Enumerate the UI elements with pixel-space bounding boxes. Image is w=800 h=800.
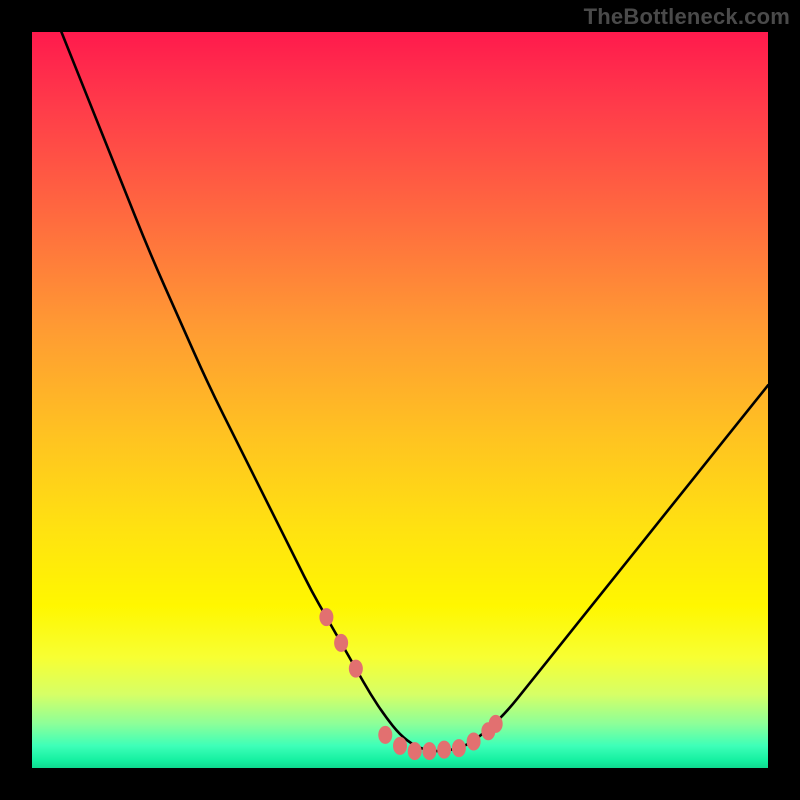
marker-dot [319, 608, 333, 626]
marker-dot [334, 634, 348, 652]
marker-dot [489, 715, 503, 733]
marker-dot [422, 742, 436, 760]
marker-dot [408, 742, 422, 760]
chart-frame: TheBottleneck.com [0, 0, 800, 800]
chart-svg [32, 32, 768, 768]
low-bottleneck-markers [319, 608, 502, 760]
marker-dot [437, 741, 451, 759]
marker-dot [378, 726, 392, 744]
marker-dot [467, 733, 481, 751]
marker-dot [452, 739, 466, 757]
watermark-text: TheBottleneck.com [584, 4, 790, 30]
marker-dot [393, 737, 407, 755]
marker-dot [349, 660, 363, 678]
bottleneck-curve [61, 32, 768, 751]
chart-plot-area [32, 32, 768, 768]
